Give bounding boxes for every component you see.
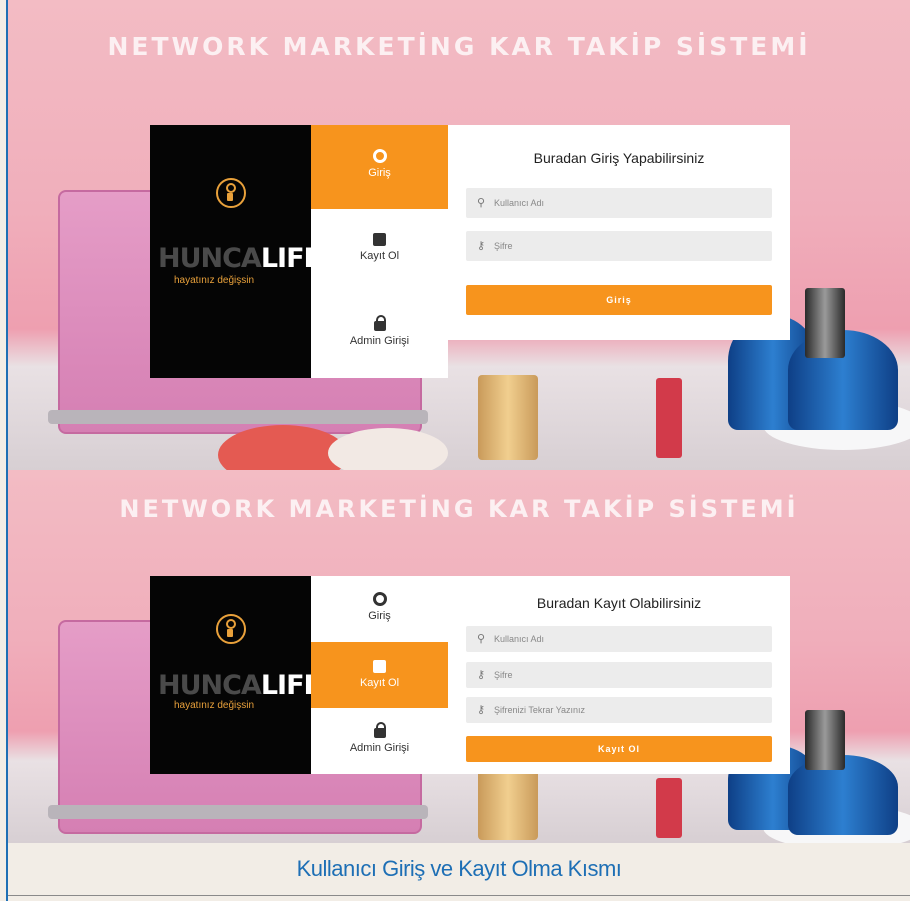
password-input[interactable]: ⚷ Şifre: [466, 662, 772, 688]
lipstick-image: [656, 378, 682, 458]
login-screenshot: NETWORK MARKETİNG KAR TAKİP SİSTEMİ HUNC…: [8, 0, 910, 470]
edit-icon: [373, 233, 386, 246]
lock-icon: [373, 722, 386, 738]
user-outline-icon: ⚲: [477, 197, 486, 209]
user-icon: [372, 592, 387, 606]
page-title: NETWORK MARKETİNG KAR TAKİP SİSTEMİ: [107, 32, 811, 61]
key-icon: ⚷: [477, 669, 486, 681]
menu-item-label: Admin Girişi: [349, 335, 410, 347]
bottle-cap-image: [805, 710, 845, 770]
brand-tagline: hayatınız değişsin: [174, 275, 255, 286]
brand-emblem-icon: [216, 178, 246, 208]
register-form: Buradan Kayıt Olabilirsiniz ⚲ Kullanıcı …: [448, 576, 790, 774]
bottle-cap-image: [805, 288, 845, 358]
lock-icon: [373, 315, 386, 331]
side-menu: Giriş Kayıt Ol Admin Girişi: [311, 125, 448, 378]
brand-tagline: hayatınız değişsin: [174, 700, 255, 711]
menu-item-admin[interactable]: Admin Girişi: [311, 293, 448, 378]
menu-item-label: Giriş: [368, 610, 391, 622]
key-icon: ⚷: [477, 704, 486, 716]
menu-item-admin[interactable]: Admin Girişi: [311, 708, 448, 774]
menu-item-register[interactable]: Kayıt Ol: [311, 642, 448, 708]
password-input[interactable]: ⚷ Şifre: [466, 231, 772, 261]
menu-item-login[interactable]: Giriş: [311, 125, 448, 209]
figure-frame: NETWORK MARKETİNG KAR TAKİP SİSTEMİ HUNC…: [0, 0, 910, 901]
menu-item-register[interactable]: Kayıt Ol: [311, 209, 448, 293]
side-menu: Giriş Kayıt Ol Admin Girişi: [311, 576, 448, 774]
login-form: Buradan Giriş Yapabilirsiniz ⚲ Kullanıcı…: [448, 125, 790, 340]
case-rim-image: [48, 805, 428, 819]
key-icon: ⚷: [477, 240, 486, 252]
password-repeat-input[interactable]: ⚷ Şifrenizi Tekrar Yazınız: [466, 697, 772, 723]
menu-item-label: Kayıt Ol: [359, 250, 400, 262]
lipstick-image: [656, 778, 682, 838]
brand-logo: HUNCALIFE hayatınız değişsin: [150, 125, 322, 378]
form-heading: Buradan Giriş Yapabilirsiniz: [533, 150, 705, 166]
form-heading: Buradan Kayıt Olabilirsiniz: [536, 595, 702, 611]
register-screenshot: NETWORK MARKETİNG KAR TAKİP SİSTEMİ HUNC…: [8, 470, 910, 843]
brand-logo: HUNCALIFE hayatınız değişsin: [150, 576, 322, 774]
foundation-bottle-image: [478, 375, 538, 460]
brand-name: HUNCALIFE: [158, 670, 322, 701]
menu-item-label: Kayıt Ol: [359, 677, 400, 689]
menu-item-login[interactable]: Giriş: [311, 576, 448, 642]
username-input[interactable]: ⚲ Kullanıcı Adı: [466, 188, 772, 218]
brand-emblem-icon: [216, 614, 246, 644]
brand-name: HUNCALIFE: [158, 243, 322, 274]
figure-caption: Kullanıcı Giriş ve Kayıt Olma Kısmı: [296, 856, 622, 881]
user-outline-icon: ⚲: [477, 633, 486, 645]
menu-item-label: Giriş: [368, 167, 391, 179]
compact-image-2: [328, 428, 448, 470]
menu-item-label: Admin Girişi: [349, 742, 410, 754]
username-input[interactable]: ⚲ Kullanıcı Adı: [466, 626, 772, 652]
login-button[interactable]: Giriş: [466, 285, 772, 315]
user-icon: [372, 149, 387, 163]
bottom-divider: [8, 895, 910, 896]
foundation-bottle-image: [478, 770, 538, 840]
register-button[interactable]: Kayıt Ol: [466, 736, 772, 762]
caption-bar: Kullanıcı Giriş ve Kayıt Olma Kısmı: [8, 843, 910, 895]
page-title: NETWORK MARKETİNG KAR TAKİP SİSTEMİ: [119, 495, 799, 523]
case-rim-image: [48, 410, 428, 424]
edit-icon: [373, 660, 386, 673]
